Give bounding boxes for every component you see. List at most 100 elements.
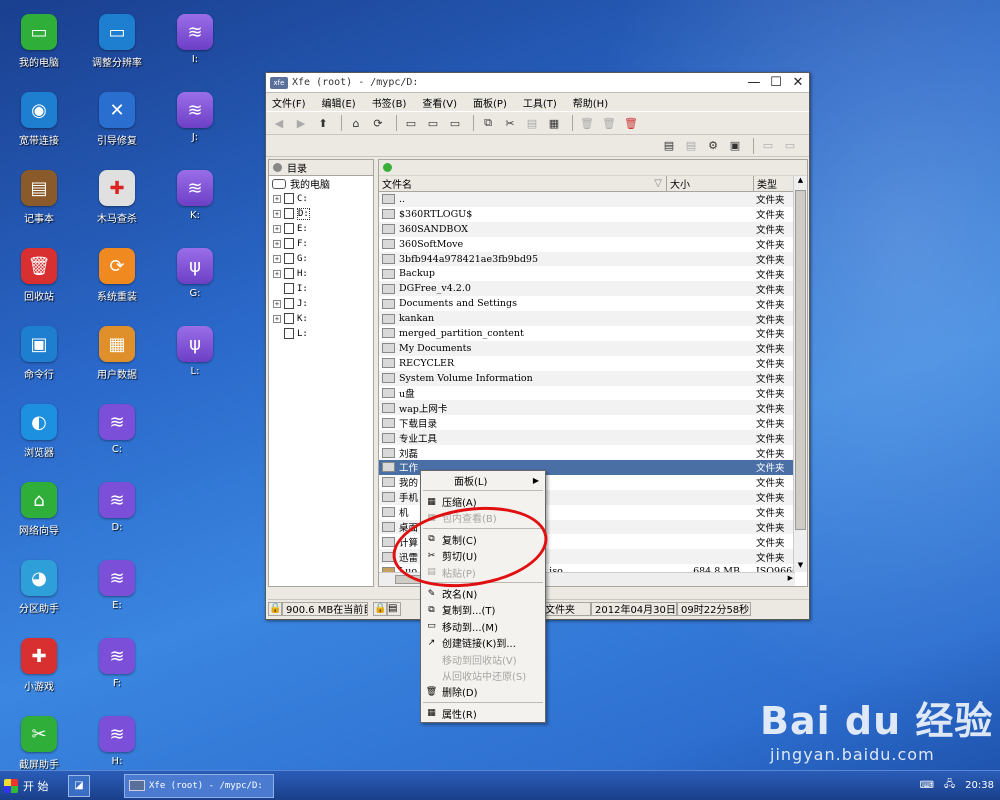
context-menu-item[interactable]: ▦ 属性(R)	[421, 705, 545, 721]
desktop-icon-2-col2[interactable]: ✚ 木马查杀	[82, 170, 152, 225]
delete-icon[interactable]: 🗑	[622, 114, 640, 132]
file-row[interactable]: 下载目录 文件夹	[379, 415, 807, 430]
context-menu-item[interactable]: ▦ 压缩(A)	[421, 493, 545, 510]
back-icon[interactable]: ◀	[270, 114, 288, 132]
col-size-header[interactable]: 大小	[667, 176, 754, 191]
desktop-icon-7-col2[interactable]: ≋ E:	[82, 560, 152, 611]
desktop-icon-2-col1[interactable]: ▤ 记事本	[4, 170, 74, 225]
paste-icon[interactable]: ▤	[523, 114, 541, 132]
toggle2-icon[interactable]: ▭	[781, 137, 799, 155]
desktop-icon-1-col3[interactable]: ≋ J:	[160, 92, 230, 143]
context-menu-item[interactable]: ⧉ 复制(C)	[421, 531, 545, 547]
file-row[interactable]: Backup 文件夹	[379, 266, 807, 281]
keyboard-icon[interactable]: ⌨	[920, 780, 934, 791]
desktop-icon-6-col2[interactable]: ≋ D:	[82, 482, 152, 533]
desktop-icon-3-col1[interactable]: 🗑 回收站	[4, 248, 74, 303]
taskbar-task-xfe[interactable]: Xfe (root) - /mypc/D:	[124, 773, 274, 798]
scroll-right-icon[interactable]: ▶	[788, 574, 793, 582]
menu-0[interactable]: 文件(F)	[272, 95, 306, 110]
panel-view-icon[interactable]: ▤	[660, 137, 678, 155]
desktop-icon-3-col2[interactable]: ⟳ 系统重装	[82, 248, 152, 303]
file-row[interactable]: Documents and Settings 文件夹	[379, 296, 807, 311]
expand-icon[interactable]: +	[273, 269, 281, 278]
scroll-up-icon[interactable]: ▲	[795, 176, 806, 187]
maximize-button[interactable]: ☐	[765, 75, 787, 90]
settings-icon[interactable]: ⚙	[704, 137, 722, 155]
tree-drive-4[interactable]: + G:	[269, 251, 373, 266]
close-button[interactable]: ✕	[787, 75, 809, 90]
desktop-icon-3-col3[interactable]: ψ G:	[160, 248, 230, 299]
panel-view2-icon[interactable]: ▤	[682, 137, 700, 155]
context-menu-item[interactable]: 🗑 删除(D)	[421, 684, 545, 700]
desktop-icon-4-col1[interactable]: ▣ 命令行	[4, 326, 74, 381]
copy-icon[interactable]: ⧉	[479, 114, 497, 132]
file-row[interactable]: 3bfb944a978421ae3fb9bd95 文件夹	[379, 251, 807, 267]
tree-drive-6[interactable]: I:	[269, 281, 373, 296]
tree-root[interactable]: 我的电脑	[269, 176, 373, 191]
file-row[interactable]: kankan 文件夹	[379, 311, 807, 327]
terminal-icon[interactable]: ▣	[726, 137, 744, 155]
tree-drive-9[interactable]: L:	[269, 326, 373, 341]
expand-icon[interactable]: +	[273, 209, 281, 218]
context-menu-item[interactable]: ↗ 创建链接(K)到...	[421, 635, 545, 651]
context-menu-item[interactable]: ✂ 剪切(U)	[421, 548, 545, 564]
bookmark-icon[interactable]: ▭	[446, 114, 464, 132]
start-button[interactable]: 开 始	[4, 775, 62, 797]
tree-drive-2[interactable]: + E:	[269, 221, 373, 236]
new-file-icon[interactable]: ▭	[402, 114, 420, 132]
expand-icon[interactable]	[273, 285, 281, 293]
file-row[interactable]: $360RTLOGU$ 文件夹	[379, 207, 807, 222]
desktop-icon-1-col1[interactable]: ◉ 宽带连接	[4, 92, 74, 147]
menu-2[interactable]: 书签(B)	[372, 95, 407, 110]
restore-icon[interactable]: 🗑	[600, 114, 618, 132]
file-row[interactable]: 专业工具 文件夹	[379, 430, 807, 446]
expand-icon[interactable]: +	[273, 299, 281, 308]
tree-drive-0[interactable]: + C:	[269, 191, 373, 206]
desktop-icon-6-col1[interactable]: ⌂ 网络向导	[4, 482, 74, 537]
desktop-icon-9-col1[interactable]: ✂ 截屏助手	[4, 716, 74, 771]
desktop-icon-2-col3[interactable]: ≋ K:	[160, 170, 230, 221]
menu-5[interactable]: 工具(T)	[523, 95, 557, 110]
menu-1[interactable]: 编辑(E)	[322, 95, 356, 110]
desktop-icon-0-col1[interactable]: ▭ 我的电脑	[4, 14, 74, 69]
expand-icon[interactable]	[273, 330, 281, 338]
col-type-header[interactable]: 类型	[754, 176, 794, 191]
tree-drive-5[interactable]: + H:	[269, 266, 373, 281]
title-bar[interactable]: xfe Xfe (root) - /mypc/D: — ☐ ✕	[266, 73, 809, 93]
file-row[interactable]: DGFree_v4.2.0 文件夹	[379, 281, 807, 297]
menu-6[interactable]: 帮助(H)	[573, 95, 608, 110]
desktop-icon-5-col2[interactable]: ≋ C:	[82, 404, 152, 455]
forward-icon[interactable]: ▶	[292, 114, 310, 132]
desktop-icon-7-col1[interactable]: ◕ 分区助手	[4, 560, 74, 615]
menu-3[interactable]: 查看(V)	[422, 95, 457, 110]
file-row[interactable]: System Volume Information 文件夹	[379, 370, 807, 386]
desktop-icon-1-col2[interactable]: ✕ 引导修复	[82, 92, 152, 147]
expand-icon[interactable]: +	[273, 224, 281, 233]
expand-icon[interactable]: +	[273, 239, 281, 248]
minimize-button[interactable]: —	[743, 75, 765, 90]
file-row[interactable]: My Documents 文件夹	[379, 340, 807, 356]
trash-icon[interactable]: 🗑	[578, 114, 596, 132]
desktop-icon-0-col3[interactable]: ≋ I:	[160, 14, 230, 65]
expand-icon[interactable]: +	[273, 314, 281, 323]
show-desktop-icon[interactable]: ◪	[68, 774, 90, 797]
file-row[interactable]: wap上网卡 文件夹	[379, 400, 807, 416]
desktop-icon-4-col2[interactable]: ▦ 用户数据	[82, 326, 152, 381]
desktop-icon-0-col2[interactable]: ▭ 调整分辨率	[82, 14, 152, 69]
file-row[interactable]: u盘 文件夹	[379, 386, 807, 401]
desktop-icon-8-col2[interactable]: ≋ F:	[82, 638, 152, 689]
col-name-header[interactable]: 文件名 ▽	[379, 176, 667, 191]
network-icon[interactable]: 🖧	[944, 777, 955, 794]
context-menu-item[interactable]: ▭ 移动到...(M)	[421, 618, 545, 634]
toggle1-icon[interactable]: ▭	[759, 137, 777, 155]
properties-icon[interactable]: ▦	[545, 114, 563, 132]
file-row[interactable]: 360SoftMove 文件夹	[379, 237, 807, 252]
vertical-scrollbar[interactable]: ▲ ▼	[793, 176, 807, 572]
tree-drive-3[interactable]: + F:	[269, 236, 373, 251]
expand-icon[interactable]: +	[273, 194, 281, 203]
home-icon[interactable]: ⌂	[347, 114, 365, 132]
file-row[interactable]: 刘磊 文件夹	[379, 445, 807, 460]
file-row[interactable]: 360SANDBOX 文件夹	[379, 221, 807, 237]
vertical-scroll-thumb[interactable]	[795, 190, 806, 530]
tree-drive-7[interactable]: + J:	[269, 296, 373, 311]
